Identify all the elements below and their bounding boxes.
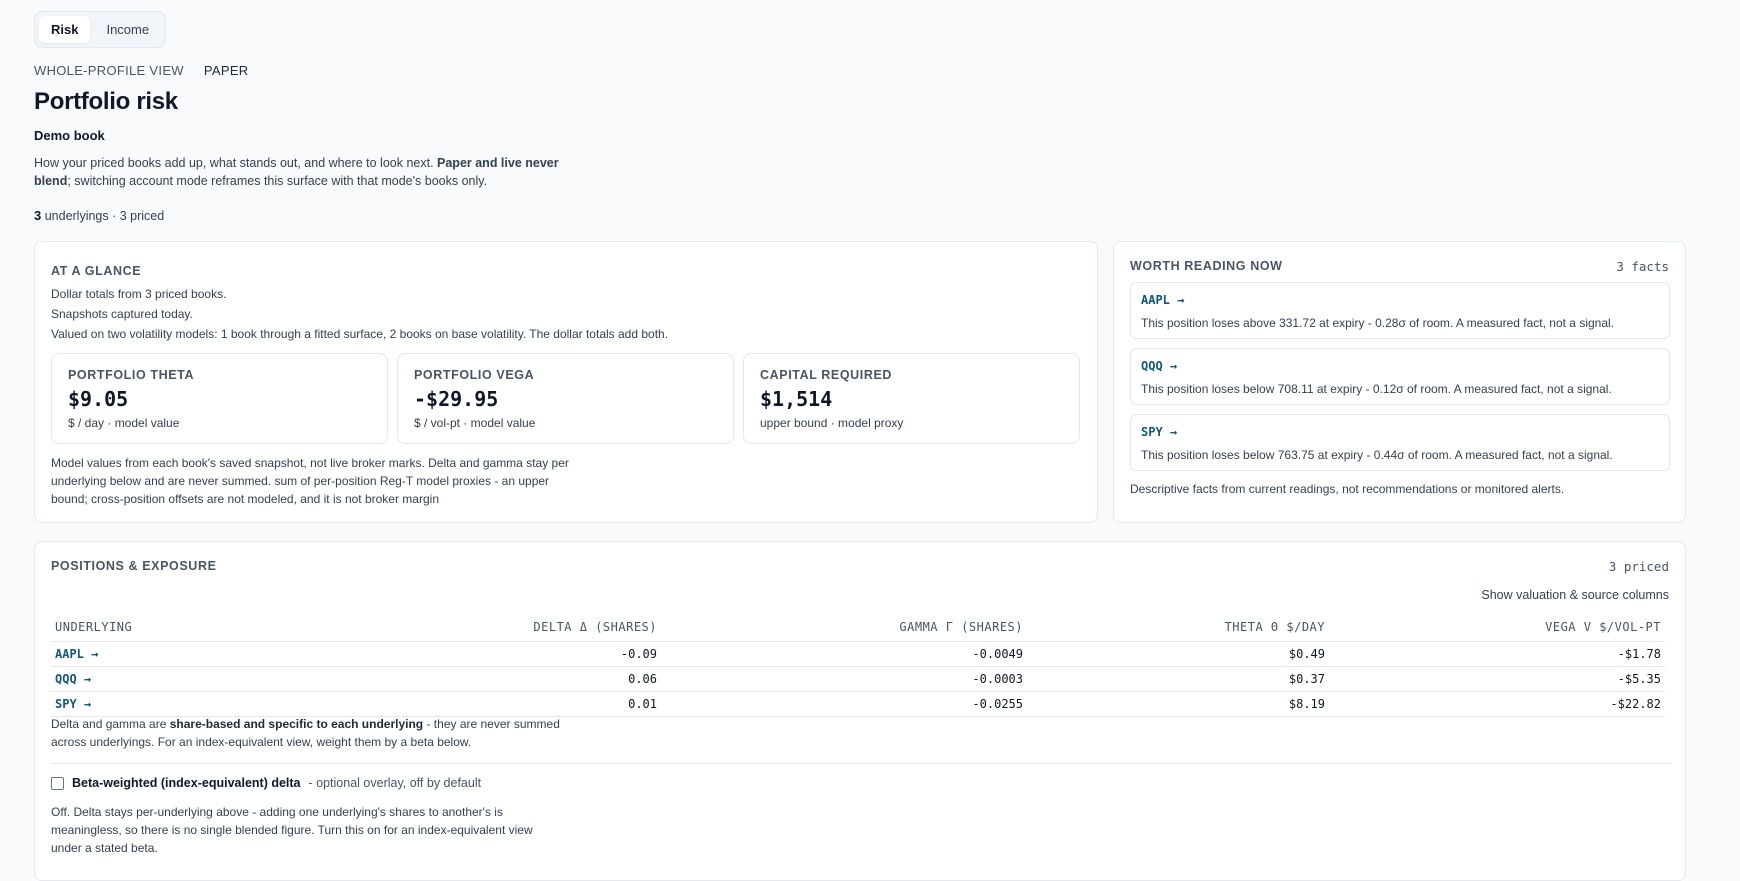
metric-portfolio-theta: PORTFOLIO THETA $9.05 $ / day · model va…: [51, 353, 388, 444]
metric-label: CAPITAL REQUIRED: [760, 368, 893, 382]
vega-cell: -$22.82: [1329, 691, 1665, 717]
theta-cell: $8.19: [1027, 691, 1329, 717]
fact-item: SPY → This position loses below 763.75 a…: [1130, 414, 1670, 471]
fact-ticker-link[interactable]: AAPL →: [1141, 293, 1184, 307]
positions-table: UNDERLYING DELTA Δ (SHARES) GAMMA Γ (SHA…: [51, 613, 1665, 717]
col-header-vega[interactable]: VEGA V $/VOL-PT: [1329, 613, 1665, 642]
glance-summary: Dollar totals from 3 priced books. Snaps…: [51, 284, 668, 344]
page-title: Portfolio risk: [34, 88, 178, 115]
metric-subtitle: $ / vol-pt · model value: [414, 416, 536, 430]
glance-line: Valued on two volatility models: 1 book …: [51, 327, 669, 341]
positions-title: POSITIONS & EXPOSURE: [51, 559, 217, 573]
tab-risk[interactable]: Risk: [39, 16, 91, 43]
metric-label: PORTFOLIO THETA: [68, 368, 195, 382]
metric-value: -$29.95: [414, 387, 499, 411]
underlying-link[interactable]: AAPL →: [51, 641, 351, 667]
tab-income[interactable]: Income: [94, 16, 161, 43]
col-header-delta[interactable]: DELTA Δ (SHARES): [351, 613, 661, 642]
divider: [51, 763, 1671, 764]
underlying-counts: 3 underlyings · 3 priced: [34, 208, 165, 223]
metric-label: PORTFOLIO VEGA: [414, 368, 535, 382]
beta-weighted-checkbox[interactable]: [51, 776, 64, 790]
fact-ticker-link[interactable]: SPY →: [1141, 425, 1177, 439]
gamma-cell: -0.0003: [661, 666, 1027, 692]
col-header-underlying[interactable]: UNDERLYING: [51, 613, 351, 642]
beta-weighted-note: Off. Delta stays per-underlying above - …: [51, 805, 533, 855]
priced-count: 3 priced: [1608, 559, 1669, 574]
vega-cell: -$5.35: [1329, 666, 1665, 692]
worth-reading-footnote: Descriptive facts from current readings,…: [1130, 482, 1565, 496]
metric-capital-required: CAPITAL REQUIRED $1,514 upper bound · mo…: [743, 353, 1080, 444]
gamma-cell: -0.0049: [661, 641, 1027, 667]
table-row: SPY → 0.01 -0.0255 $8.19 -$22.82: [51, 691, 1665, 717]
view-label: WHOLE-PROFILE VIEW: [34, 63, 184, 78]
beta-weighted-hint: - optional overlay, off by default: [308, 776, 482, 790]
col-header-theta[interactable]: THETA Θ $/DAY: [1027, 613, 1329, 642]
fact-ticker-link[interactable]: QQQ →: [1141, 359, 1177, 373]
metric-subtitle: upper bound · model proxy: [760, 416, 904, 430]
fact-item: AAPL → This position loses above 331.72 …: [1130, 282, 1670, 339]
delta-cell: 0.06: [351, 666, 661, 692]
fact-text: This position loses above 331.72 at expi…: [1141, 316, 1615, 330]
underlying-link[interactable]: SPY →: [51, 691, 351, 717]
col-header-gamma[interactable]: GAMMA Γ (SHARES): [661, 613, 1027, 642]
table-row: AAPL → -0.09 -0.0049 $0.49 -$1.78: [51, 641, 1665, 667]
underlying-link[interactable]: QQQ →: [51, 666, 351, 692]
fact-item: QQQ → This position loses below 708.11 a…: [1130, 348, 1670, 405]
vega-cell: -$1.78: [1329, 641, 1665, 667]
page-description: How your priced books add up, what stand…: [34, 156, 559, 188]
table-header-row: UNDERLYING DELTA Δ (SHARES) GAMMA Γ (SHA…: [51, 613, 1665, 642]
at-a-glance-card: AT A GLANCE Dollar totals from 3 priced …: [34, 241, 1098, 523]
eyebrow: WHOLE-PROFILE VIEW PAPER: [34, 63, 248, 78]
delta-cell: -0.09: [351, 641, 661, 667]
metric-portfolio-vega: PORTFOLIO VEGA -$29.95 $ / vol-pt · mode…: [397, 353, 734, 444]
facts-count: 3 facts: [1616, 259, 1669, 274]
worth-reading-card: WORTH READING NOW 3 facts AAPL → This po…: [1113, 241, 1686, 523]
view-tabs: Risk Income: [34, 11, 167, 48]
positions-exposure-card: POSITIONS & EXPOSURE 3 priced Show valua…: [34, 541, 1686, 881]
glance-line: Dollar totals from 3 priced books.: [51, 287, 227, 301]
fact-text: This position loses below 708.11 at expi…: [1141, 382, 1612, 396]
theta-cell: $0.49: [1027, 641, 1329, 667]
positions-footnote: Delta and gamma are share-based and spec…: [51, 717, 560, 749]
delta-cell: 0.01: [351, 691, 661, 717]
theta-cell: $0.37: [1027, 666, 1329, 692]
account-mode-label: PAPER: [203, 63, 249, 78]
glance-line: Snapshots captured today.: [51, 307, 193, 321]
metric-value: $9.05: [68, 387, 129, 411]
metric-subtitle: $ / day · model value: [68, 416, 180, 430]
at-a-glance-title: AT A GLANCE: [51, 264, 142, 278]
beta-weighted-label[interactable]: Beta-weighted (index-equivalent) delta: [72, 776, 301, 790]
worth-reading-title: WORTH READING NOW: [1130, 259, 1283, 273]
table-row: QQQ → 0.06 -0.0003 $0.37 -$5.35: [51, 666, 1665, 692]
metric-value: $1,514: [760, 387, 833, 411]
gamma-cell: -0.0255: [661, 691, 1027, 717]
show-valuation-columns-toggle[interactable]: Show valuation & source columns: [1481, 588, 1669, 602]
fact-text: This position loses below 763.75 at expi…: [1141, 448, 1613, 462]
glance-footnote: Model values from each book's saved snap…: [51, 456, 569, 506]
book-name: Demo book: [34, 128, 105, 143]
beta-weighted-option: Beta-weighted (index-equivalent) delta -…: [51, 776, 481, 790]
